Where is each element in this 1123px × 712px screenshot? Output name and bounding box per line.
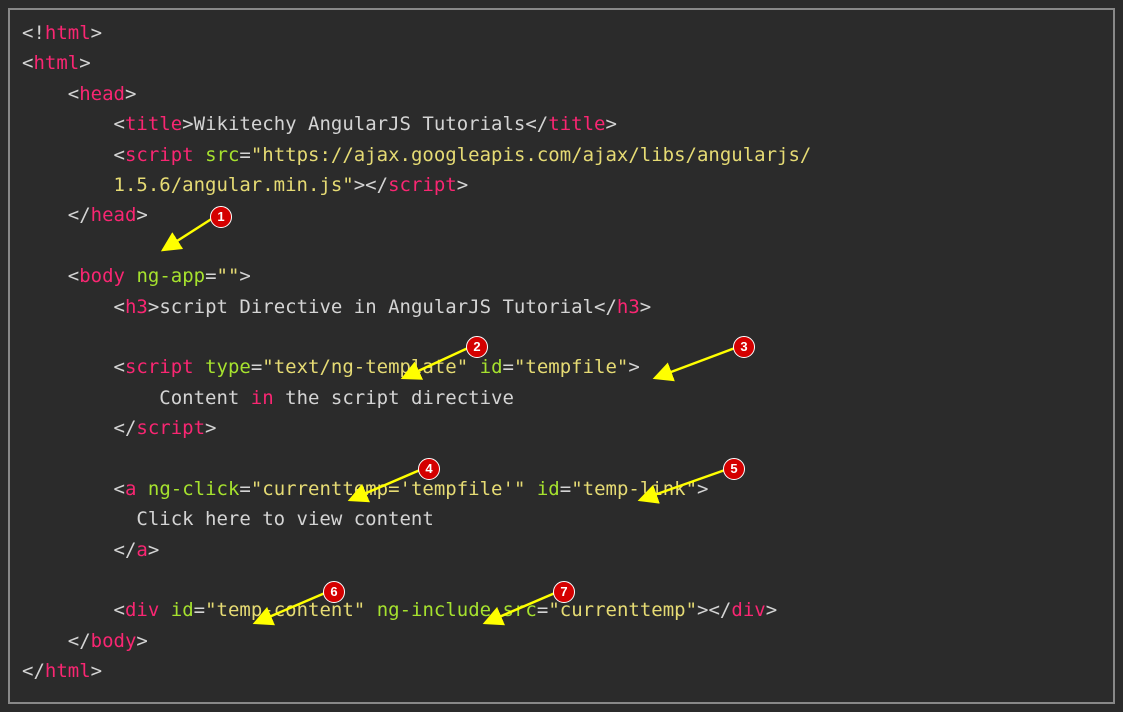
a-close-tag: a: [136, 539, 147, 561]
div-src-val: "currenttemp": [548, 599, 697, 621]
a-text: Click here to view content: [136, 508, 433, 530]
script2-type-val: "text/ng-template": [262, 356, 468, 378]
div-nginclude-attr: ng-include: [377, 599, 491, 621]
title-text: Wikitechy AngularJS Tutorials: [194, 113, 526, 135]
script2-open-tag: script: [125, 356, 194, 378]
html-close-tag: html: [45, 660, 91, 682]
html-open-tag: html: [33, 52, 79, 74]
a-id-val: "temp-link": [571, 478, 697, 500]
body-close-tag: body: [91, 630, 137, 652]
h3-text: script Directive in AngularJS Tutorial: [159, 296, 594, 318]
script1-src-val2: 1.5.6/angular.min.js": [114, 174, 354, 196]
div-close-tag: div: [731, 599, 765, 621]
code-editor: <!html> <html> <head> <title>Wikitechy A…: [8, 8, 1115, 704]
script2-in: in: [251, 387, 274, 409]
h3-open-tag: h3: [125, 296, 148, 318]
body-ngapp-val: "": [217, 265, 240, 287]
script2-content-1: Content: [159, 387, 251, 409]
script1-src-val1: "https://ajax.googleapis.com/ajax/libs/a…: [251, 144, 812, 166]
script2-content-2: the script directive: [274, 387, 514, 409]
script2-close-tag: script: [136, 417, 205, 439]
head-close-tag: head: [91, 204, 137, 226]
div-open-tag: div: [125, 599, 159, 621]
div-id-val: "temp-content": [205, 599, 365, 621]
doctype: html: [45, 22, 91, 44]
a-ngclick-attr: ng-click: [148, 478, 240, 500]
div-src-attr: src: [503, 599, 537, 621]
script2-type-attr: type: [205, 356, 251, 378]
a-ngclick-val: "currenttemp='tempfile'": [251, 478, 526, 500]
h3-close-tag: h3: [617, 296, 640, 318]
body-open-tag: body: [79, 265, 125, 287]
script2-id-attr: id: [480, 356, 503, 378]
a-id-attr: id: [537, 478, 560, 500]
div-id-attr: id: [171, 599, 194, 621]
a-open-tag: a: [125, 478, 136, 500]
title-close-tag: title: [548, 113, 605, 135]
script1-close-tag: script: [388, 174, 457, 196]
script1-src-attr: src: [205, 144, 239, 166]
title-open-tag: title: [125, 113, 182, 135]
body-ngapp-attr: ng-app: [136, 265, 205, 287]
script1-open-tag: script: [125, 144, 194, 166]
script2-id-val: "tempfile": [514, 356, 628, 378]
head-open-tag: head: [79, 83, 125, 105]
